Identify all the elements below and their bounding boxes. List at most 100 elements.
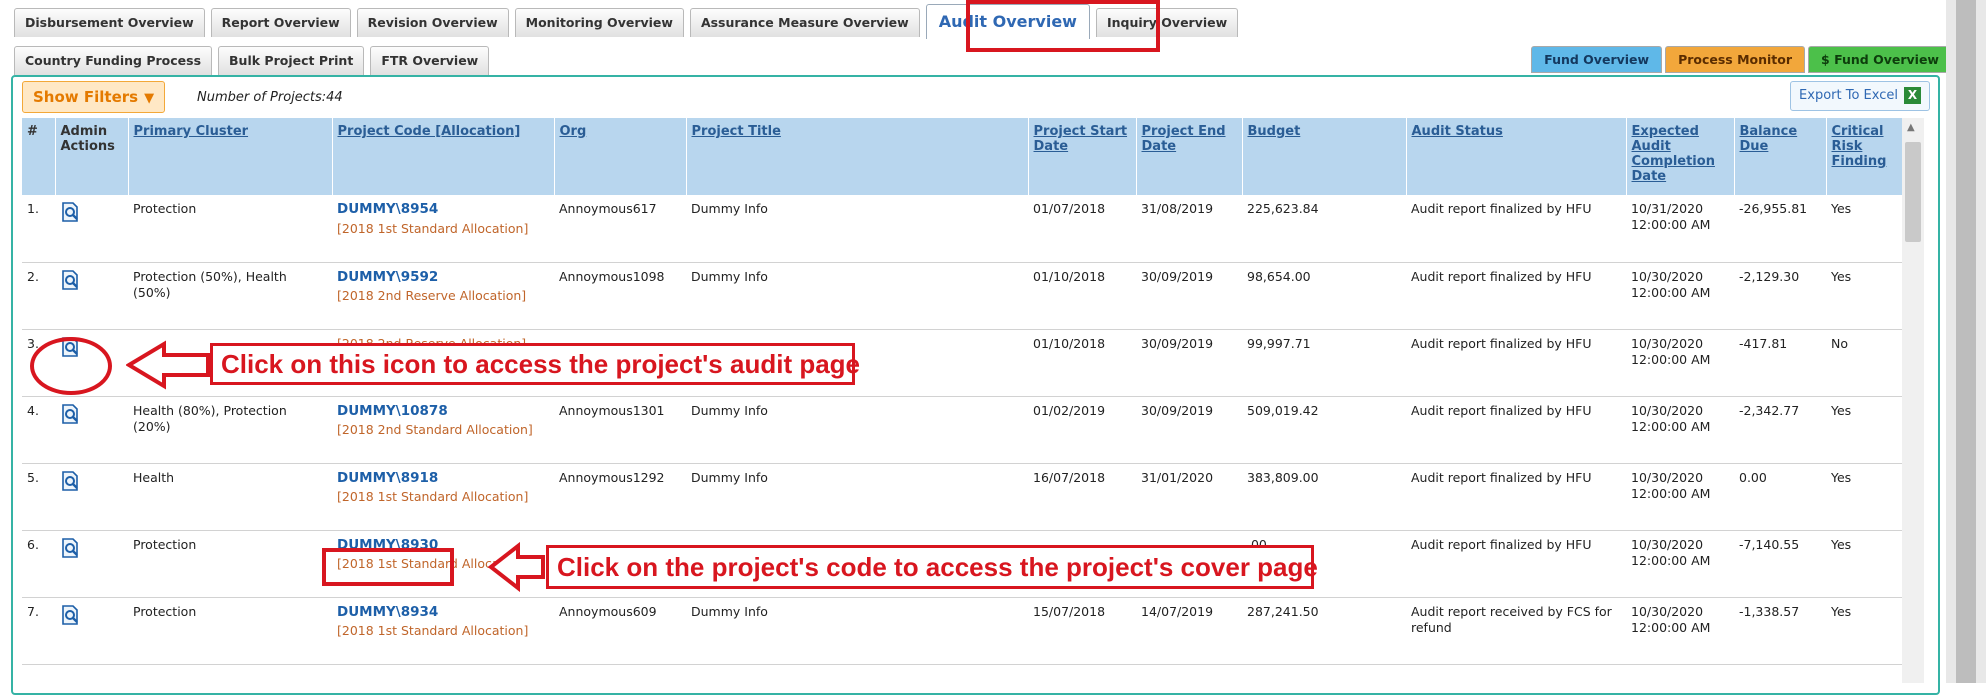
secondary-tabs: Country Funding Process Bulk Project Pri… <box>14 46 490 75</box>
cell-row-number: 7. <box>22 597 55 665</box>
table-scrollbar[interactable]: ▲ <box>1902 118 1924 683</box>
cell-budget: 99,997.71 <box>1242 329 1406 397</box>
col-audit-status[interactable]: Audit Status <box>1406 118 1627 195</box>
table-header-row: # Admin Actions Primary Cluster Project … <box>22 118 1902 195</box>
cell-expected-completion: 10/30/2020 12:00:00 AM <box>1626 597 1734 665</box>
tab-process-monitor[interactable]: Process Monitor <box>1665 46 1806 73</box>
cell-expected-completion: 10/30/2020 12:00:00 AM <box>1626 396 1734 464</box>
cell-balance-due: -1,338.57 <box>1734 597 1826 665</box>
scroll-up-icon[interactable]: ▲ <box>1907 122 1915 133</box>
col-critical-risk[interactable]: Critical Risk Finding <box>1826 118 1902 195</box>
cell-start-date: 01/10/2018 <box>1028 329 1136 397</box>
project-code-link[interactable]: DUMMY\9592 <box>337 269 549 287</box>
col-expected-completion[interactable]: Expected Audit Completion Date <box>1626 118 1735 195</box>
cell-critical-risk: Yes <box>1826 195 1902 263</box>
table-row: 2. Protection (50%), Health (50%) DUMMY\95… <box>22 262 1902 330</box>
funnel-icon: ▼ <box>144 91 155 106</box>
table-scroll-thumb[interactable] <box>1905 142 1921 242</box>
tab-monitoring-overview[interactable]: Monitoring Overview <box>514 8 684 37</box>
col-end-date[interactable]: Project End Date <box>1136 118 1243 195</box>
cell-audit-status: Audit report finalized by HFU <box>1406 463 1626 531</box>
cell-org: Annoymous1098 <box>554 262 686 330</box>
col-budget[interactable]: Budget <box>1242 118 1407 195</box>
cell-org: Annoymous1292 <box>554 463 686 531</box>
cell-org: Annoymous609 <box>554 597 686 665</box>
project-code-link[interactable]: DUMMY\8918 <box>337 470 549 488</box>
col-primary-cluster[interactable]: Primary Cluster <box>128 118 333 195</box>
tab-report-overview[interactable]: Report Overview <box>210 8 351 37</box>
tab-audit-overview[interactable]: Audit Overview <box>925 4 1090 39</box>
cell-balance-due: 0.00 <box>1734 463 1826 531</box>
project-code-link[interactable]: DUMMY\8934 <box>337 604 549 622</box>
col-project-code[interactable]: Project Code [Allocation] <box>332 118 555 195</box>
cell-end-date: 31/08/2019 <box>1136 195 1242 263</box>
cell-primary-cluster: Health (80%), Protection (20%) <box>128 396 332 464</box>
page-scrollbar[interactable] <box>1946 0 1986 683</box>
cell-row-number: 4. <box>22 396 55 464</box>
cell-row-number: 5. <box>22 463 55 531</box>
audit-page-icon[interactable] <box>60 403 82 428</box>
audit-page-icon[interactable] <box>60 537 82 562</box>
cell-critical-risk: Yes <box>1826 530 1902 598</box>
cell-admin-actions <box>55 597 128 665</box>
cell-critical-risk: Yes <box>1826 463 1902 531</box>
tab-assurance-measure-overview[interactable]: Assurance Measure Overview <box>689 8 920 37</box>
tab-revision-overview[interactable]: Revision Overview <box>356 8 509 37</box>
tab-country-funding-process[interactable]: Country Funding Process <box>14 46 213 75</box>
cell-start-date: 15/07/2018 <box>1028 597 1136 665</box>
audit-page-icon[interactable] <box>60 336 82 361</box>
cell-end-date: 30/09/2019 <box>1136 262 1242 330</box>
cell-balance-due: -26,955.81 <box>1734 195 1826 263</box>
cell-audit-status: Audit report finalized by HFU <box>1406 262 1626 330</box>
cell-org: Annoymous1301 <box>554 396 686 464</box>
project-count: Number of Projects:44 <box>197 90 343 105</box>
cell-row-number: 6. <box>22 530 55 598</box>
cell-end-date: 30/09/2019 <box>1136 329 1242 397</box>
cell-balance-due: -417.81 <box>1734 329 1826 397</box>
tab-ftr-overview[interactable]: FTR Overview <box>370 46 490 75</box>
cell-end-date: 31/01/2020 <box>1136 463 1242 531</box>
cell-project-code: DUMMY\8918 [2018 1st Standard Allocation] <box>332 463 554 531</box>
allocation-label: [2018 1st Standard Allocation] <box>337 220 529 236</box>
export-excel-button[interactable]: Export To Excel X <box>1790 81 1930 111</box>
col-org[interactable]: Org <box>554 118 687 195</box>
tab-dollar-fund-overview[interactable]: $ Fund Overview <box>1808 46 1952 73</box>
icon-hint-callout: Click on this icon to access the project… <box>210 343 860 385</box>
audit-page-icon[interactable] <box>60 604 82 629</box>
cell-project-code: DUMMY\8934 [2018 1st Standard Allocation] <box>332 597 554 665</box>
cell-admin-actions <box>55 195 128 263</box>
cell-budget: 509,019.42 <box>1242 396 1406 464</box>
cell-primary-cluster: Protection (50%), Health (50%) <box>128 262 332 330</box>
cell-start-date: 01/10/2018 <box>1028 262 1136 330</box>
show-filters-button[interactable]: Show Filters ▼ <box>22 81 166 113</box>
left-arrow-icon <box>488 542 545 592</box>
col-balance-due[interactable]: Balance Due <box>1734 118 1827 195</box>
cell-primary-cluster: Protection <box>128 195 332 263</box>
audit-page-icon[interactable] <box>60 470 82 495</box>
cell-project-title: Dummy Info <box>686 597 1028 665</box>
cell-expected-completion: 10/30/2020 12:00:00 AM <box>1626 262 1734 330</box>
tab-bulk-project-print[interactable]: Bulk Project Print <box>218 46 365 75</box>
cell-project-title: Dummy Info <box>686 262 1028 330</box>
cell-critical-risk: Yes <box>1826 396 1902 464</box>
cell-end-date: 30/09/2019 <box>1136 396 1242 464</box>
tab-disbursement-overview[interactable]: Disbursement Overview <box>14 8 205 37</box>
project-code-link[interactable]: DUMMY\8954 <box>337 201 549 219</box>
col-project-title[interactable]: Project Title <box>686 118 1029 195</box>
cell-balance-due: -7,140.55 <box>1734 530 1826 598</box>
project-code-link[interactable]: DUMMY\10878 <box>337 403 549 421</box>
cell-expected-completion: 10/31/2020 12:00:00 AM <box>1626 195 1734 263</box>
cell-expected-completion: 10/30/2020 12:00:00 AM <box>1626 530 1734 598</box>
allocation-label: [2018 2nd Standard Allocation] <box>337 422 533 438</box>
allocation-label: [2018 2nd Reserve Allocation] <box>337 288 527 304</box>
audit-page-icon[interactable] <box>60 202 82 226</box>
audit-page-icon[interactable] <box>60 269 82 294</box>
cell-admin-actions <box>55 396 128 464</box>
tab-fund-overview[interactable]: Fund Overview <box>1531 46 1663 73</box>
page-scroll-thumb[interactable] <box>1956 0 1976 683</box>
tab-inquiry-overview[interactable]: Inquiry Overview <box>1095 8 1239 37</box>
cell-end-date: 14/07/2019 <box>1136 597 1242 665</box>
col-start-date[interactable]: Project Start Date <box>1028 118 1137 195</box>
right-tabs: Fund Overview Process Monitor $ Fund Ove… <box>1531 46 1952 73</box>
cell-start-date: 01/07/2018 <box>1028 195 1136 263</box>
